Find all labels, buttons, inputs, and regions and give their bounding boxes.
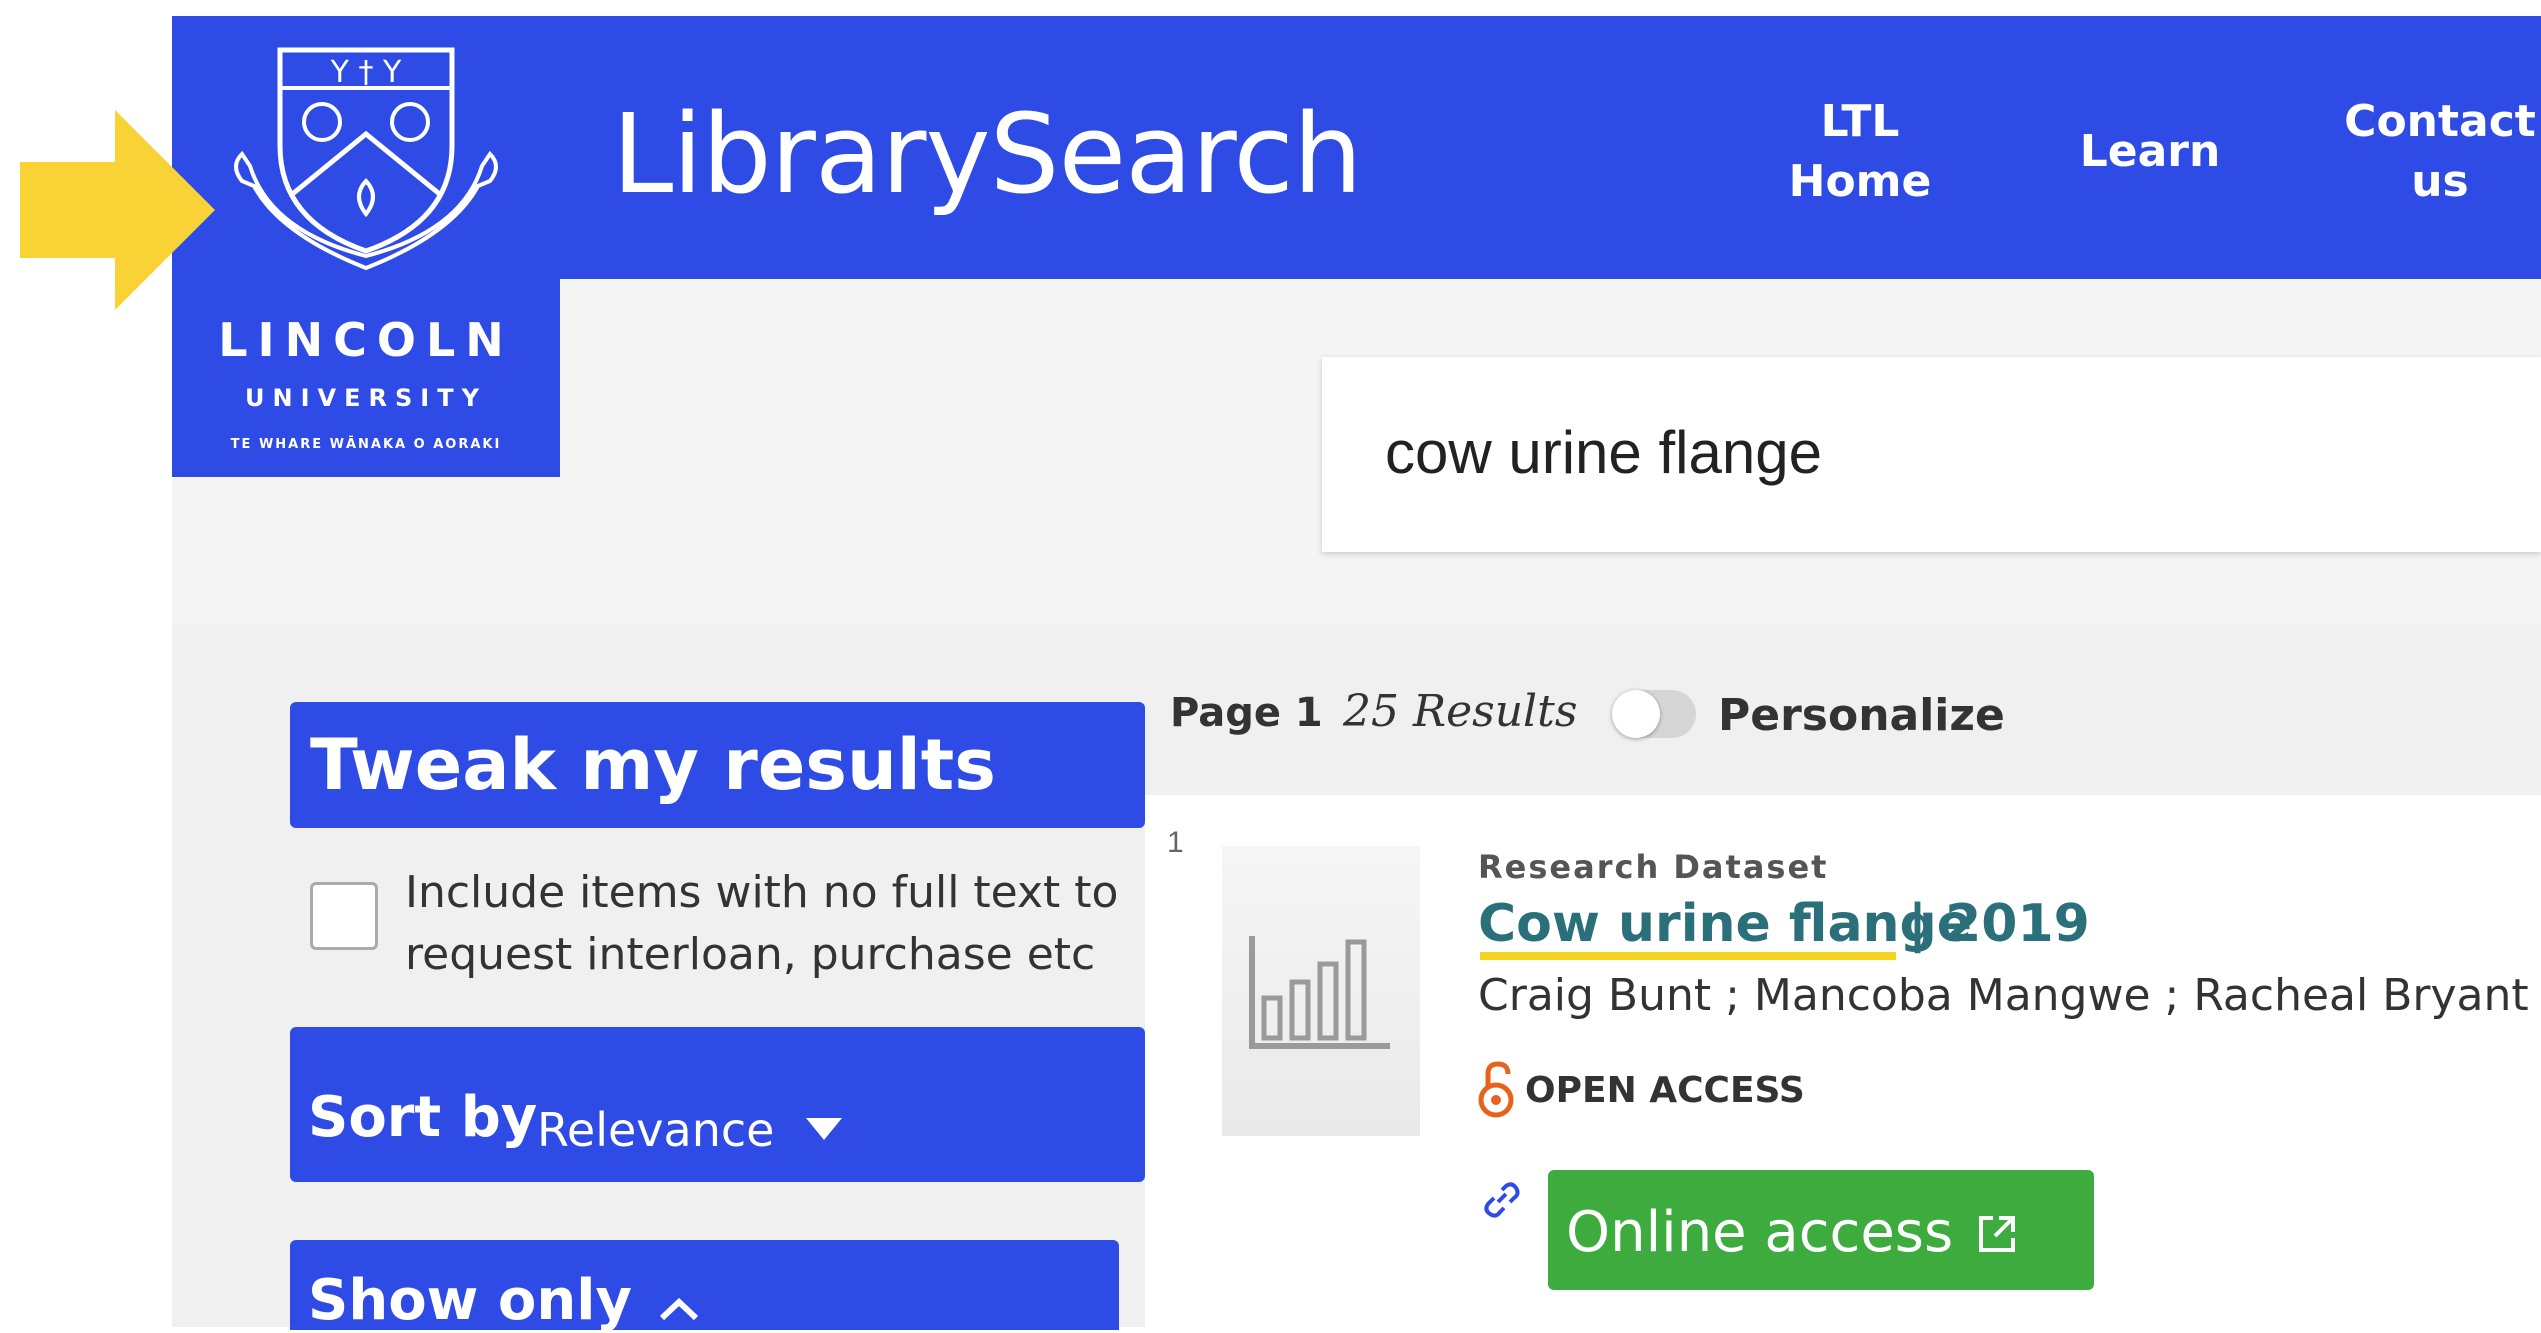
sort-by-value: Relevance bbox=[537, 1103, 775, 1157]
nav-label-line1: LTL bbox=[1820, 96, 1900, 147]
bar-chart-icon bbox=[1249, 936, 1390, 1049]
lincoln-crest-icon: Y † Y LINCOLN UNIVERSITY TE WHARE WĀNAKA… bbox=[218, 47, 514, 452]
result-type: Research Dataset bbox=[1478, 848, 1829, 886]
nav-label-line2: us bbox=[2411, 156, 2469, 207]
logo-wordmark: LINCOLN bbox=[218, 313, 514, 367]
link-icon[interactable] bbox=[1480, 1178, 1522, 1220]
site-title[interactable]: LibrarySearch bbox=[612, 90, 1363, 218]
result-year: | 2019 bbox=[1908, 894, 2090, 954]
chevron-up-icon bbox=[659, 1297, 699, 1321]
interloan-label: Include items with no full text to reque… bbox=[405, 867, 1119, 980]
nav-learn[interactable]: Learn bbox=[2070, 122, 2230, 182]
interloan-checkbox[interactable] bbox=[310, 882, 378, 950]
tweak-results-title: Tweak my results bbox=[310, 724, 996, 806]
personalize-label: Personalize bbox=[1718, 690, 2005, 741]
external-link-icon bbox=[1979, 1216, 2015, 1252]
result-authors: Craig Bunt ; Mancoba Mangwe ; Racheal Br… bbox=[1478, 970, 2541, 1021]
result-thumbnail[interactable] bbox=[1222, 846, 1420, 1136]
result-index: 1 bbox=[1167, 826, 1184, 859]
online-access-label: Online access bbox=[1566, 1200, 1954, 1265]
sort-by-label: Sort by bbox=[308, 1085, 538, 1150]
svg-text:Y † Y: Y † Y bbox=[330, 55, 402, 90]
results-count: 25 Results bbox=[1343, 686, 1578, 737]
open-lock-icon bbox=[1478, 1061, 1514, 1118]
caret-down-icon bbox=[806, 1118, 842, 1140]
logo-subtitle: UNIVERSITY bbox=[245, 384, 487, 412]
logo-link[interactable]: Y † Y LINCOLN UNIVERSITY TE WHARE WĀNAKA… bbox=[172, 16, 560, 477]
open-access-label: OPEN ACCESS bbox=[1525, 1070, 1805, 1111]
page-indicator: Page 1 bbox=[1170, 690, 1323, 736]
nav-label-line2: Home bbox=[1788, 156, 1932, 207]
search-query: cow urine flange bbox=[1385, 419, 1822, 486]
nav-label-line1: Contact bbox=[2344, 96, 2536, 147]
nav-ltl-home[interactable]: LTL Home bbox=[1760, 92, 1960, 212]
show-only-label: Show only bbox=[308, 1268, 632, 1333]
arrow-right-icon bbox=[20, 110, 215, 310]
logo-motto: TE WHARE WĀNAKA O AORAKI bbox=[231, 437, 502, 452]
toggle-knob bbox=[1612, 690, 1660, 738]
nav-contact-us[interactable]: Contact us bbox=[2330, 92, 2541, 212]
result-title-link[interactable]: Cow urine flange bbox=[1478, 894, 1972, 954]
